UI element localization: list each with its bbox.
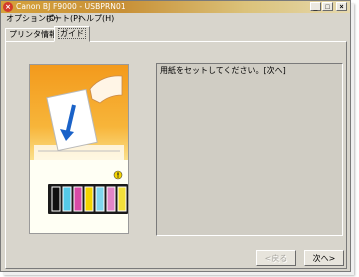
next-button[interactable]: 次へ> [304,250,344,266]
maximize-button[interactable]: □ [322,2,333,11]
ink-cartridge [84,186,94,212]
load-paper-illustration [29,64,129,234]
ink-warning-icon [113,170,123,180]
close-button[interactable]: × [336,2,347,11]
title-bar[interactable]: × Canon BJ F9000 - USBPRN01 _ □ × [1,1,350,13]
canon-printer-icon[interactable]: × [3,2,13,12]
ink-cartridge [117,186,127,212]
tab-guide-label: ガイド [58,28,86,39]
tab-printer-info[interactable]: プリンタ情報 [5,28,61,42]
paper-loading-graphic [30,65,128,214]
back-button[interactable]: <戻る [256,250,296,266]
ink-cartridges [51,186,127,212]
menu-bar: オプション(O) ポート(P) ヘルプ(H) [1,13,350,25]
guide-message-box: 用紙をセットしてください。[次へ] [156,63,343,236]
ink-cartridge [51,186,61,212]
ink-cartridge [106,186,116,212]
ink-cartridge [95,186,105,212]
window-title: Canon BJ F9000 - USBPRN01 [16,2,126,11]
ink-cartridge [62,186,72,212]
printer-tray [34,145,124,160]
ink-cartridge [73,186,83,212]
menu-port[interactable]: ポート(P) [46,13,81,25]
menu-help[interactable]: ヘルプ(H) [78,13,114,25]
minimize-button[interactable]: _ [310,2,321,11]
guide-message: 用紙をセットしてください。[次へ] [160,66,286,75]
tab-guide[interactable]: ガイド [54,26,90,42]
status-monitor-window: × Canon BJ F9000 - USBPRN01 _ □ × オプション(… [0,0,351,272]
